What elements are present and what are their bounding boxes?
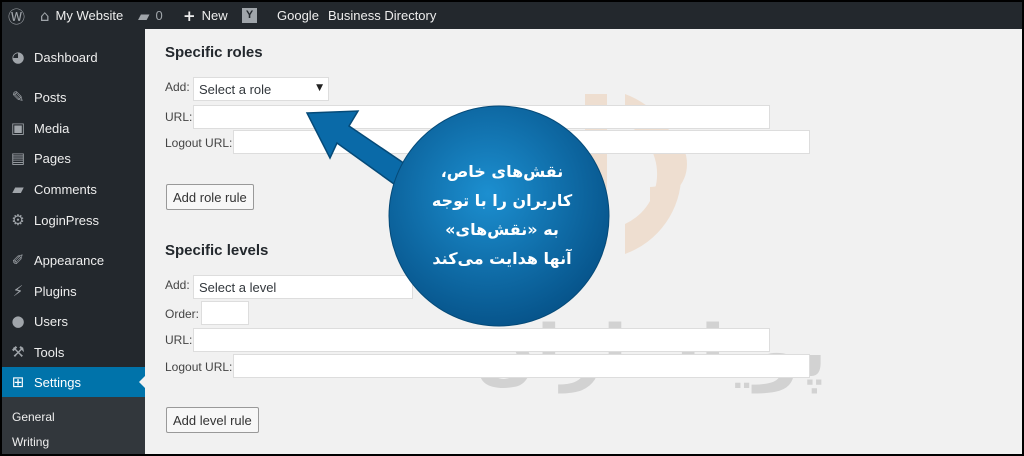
sidebar-item-appearance[interactable]: ✐ Appearance [2, 245, 145, 275]
home-icon: ⌂ [40, 6, 50, 25]
chevron-down-icon: ▼ [316, 83, 323, 93]
sidebar-item-posts[interactable]: ✎ Posts [2, 82, 145, 112]
role-select[interactable]: Select a role ▼ [193, 77, 329, 101]
levels-logout-url-label: Logout URL: [165, 360, 233, 374]
site-name: My Website [55, 8, 124, 23]
roles-logout-url-label: Logout URL: [165, 136, 233, 150]
business-directory-link[interactable]: Business Directory [328, 2, 436, 29]
new-label: New [201, 8, 228, 23]
sidebar-item-label: Dashboard [34, 49, 98, 65]
level-url-input[interactable] [193, 328, 770, 352]
sidebar-item-label: Appearance [34, 252, 105, 268]
yoast-icon: Y [242, 8, 257, 23]
level-logout-url-input[interactable] [233, 354, 810, 378]
sidebar-item-comments[interactable]: ▰ Comments [2, 174, 145, 204]
levels-add-label: Add: [165, 278, 190, 292]
level-select-value: Select a level [199, 279, 277, 295]
sidebar-item-settings[interactable]: ⊞ Settings [2, 367, 146, 397]
admin-sidebar: ◕ Dashboard ✎ Posts ▣ Media ▤ Pages ▰ Co… [2, 29, 146, 454]
sidebar-item-label: Users [34, 313, 68, 329]
levels-order-label: Order: [165, 307, 200, 321]
wrench-icon: ⚒ [11, 343, 25, 361]
sidebar-item-label: Comments [34, 181, 97, 197]
sidebar-item-label: Settings [34, 374, 81, 390]
level-order-input[interactable] [201, 301, 249, 325]
add-level-rule-button[interactable]: Add level rule [166, 407, 259, 433]
yoast-menu[interactable]: Y [242, 2, 257, 29]
dashboard-icon: ◕ [11, 48, 25, 66]
pages-icon: ▤ [10, 149, 26, 167]
gear-icon: ⚙ [11, 211, 25, 229]
sidebar-item-tools[interactable]: ⚒ Tools [2, 337, 145, 367]
roles-section-title: Specific roles [165, 44, 263, 61]
user-icon: ● [11, 312, 25, 330]
roles-add-label: Add: [165, 80, 190, 94]
comments-link[interactable]: ▰ 0 [138, 2, 163, 29]
sidebar-item-media[interactable]: ▣ Media [2, 113, 145, 143]
sidebar-item-loginpress[interactable]: ⚙ LoginPress [2, 205, 145, 235]
levels-section-title: Specific levels [165, 242, 269, 259]
submenu-item-general[interactable]: General [12, 410, 55, 424]
sidebar-item-label: LoginPress [34, 212, 100, 228]
plug-icon: ⚡ [12, 282, 24, 300]
callout-line: آنها هدایت می‌کند [432, 249, 572, 268]
google-link[interactable]: Google [277, 2, 319, 29]
screenshot-frame: Ⓦ ⌂ My Website ▰ 0 + New Y Google Busine… [2, 2, 1022, 454]
wordpress-icon: Ⓦ [8, 8, 25, 28]
sidebar-item-label: Posts [34, 89, 67, 105]
callout-text: نقش‌های خاص، کاربران را با توجه به «نقش‌… [404, 157, 600, 273]
comment-icon: ▰ [138, 6, 150, 25]
callout-line: به «نقش‌های» [445, 220, 559, 239]
media-icon: ▣ [10, 119, 26, 137]
sidebar-item-pages[interactable]: ▤ Pages [2, 143, 145, 173]
sidebar-item-dashboard[interactable]: ◕ Dashboard [2, 42, 145, 72]
wordpress-menu[interactable]: Ⓦ [8, 2, 25, 29]
settings-submenu: General Writing [2, 397, 145, 454]
new-content-link[interactable]: + New [183, 2, 228, 29]
roles-url-label: URL: [165, 110, 193, 124]
admin-bar: Ⓦ ⌂ My Website ▰ 0 + New Y Google Busine… [2, 2, 1022, 29]
plus-icon: + [183, 6, 196, 25]
callout-line: نقش‌های خاص، [440, 162, 564, 181]
submenu-item-writing[interactable]: Writing [12, 435, 49, 449]
business-directory-label: Business Directory [328, 8, 437, 23]
callout-line: کاربران را با توجه [431, 191, 573, 210]
sidebar-item-users[interactable]: ● Users [2, 306, 145, 336]
sidebar-item-label: Pages [34, 150, 71, 166]
sidebar-item-label: Media [34, 120, 70, 136]
brush-icon: ✐ [11, 251, 25, 269]
levels-url-label: URL: [165, 333, 193, 347]
sidebar-item-label: Plugins [34, 283, 77, 299]
pin-icon: ✎ [11, 88, 25, 106]
sidebar-item-plugins[interactable]: ⚡ Plugins [2, 276, 145, 306]
comment-icon: ▰ [12, 180, 24, 198]
level-select[interactable]: Select a level [193, 275, 413, 299]
sidebar-item-label: Tools [34, 344, 65, 360]
role-select-value: Select a role [199, 81, 272, 97]
settings-icon: ⊞ [11, 373, 25, 391]
comments-count: 0 [155, 8, 163, 23]
site-name-link[interactable]: ⌂ My Website [40, 2, 123, 29]
role-url-input[interactable] [193, 105, 770, 129]
add-role-rule-button[interactable]: Add role rule [166, 184, 254, 210]
google-label: Google [277, 8, 319, 23]
role-logout-url-input[interactable] [233, 130, 810, 154]
